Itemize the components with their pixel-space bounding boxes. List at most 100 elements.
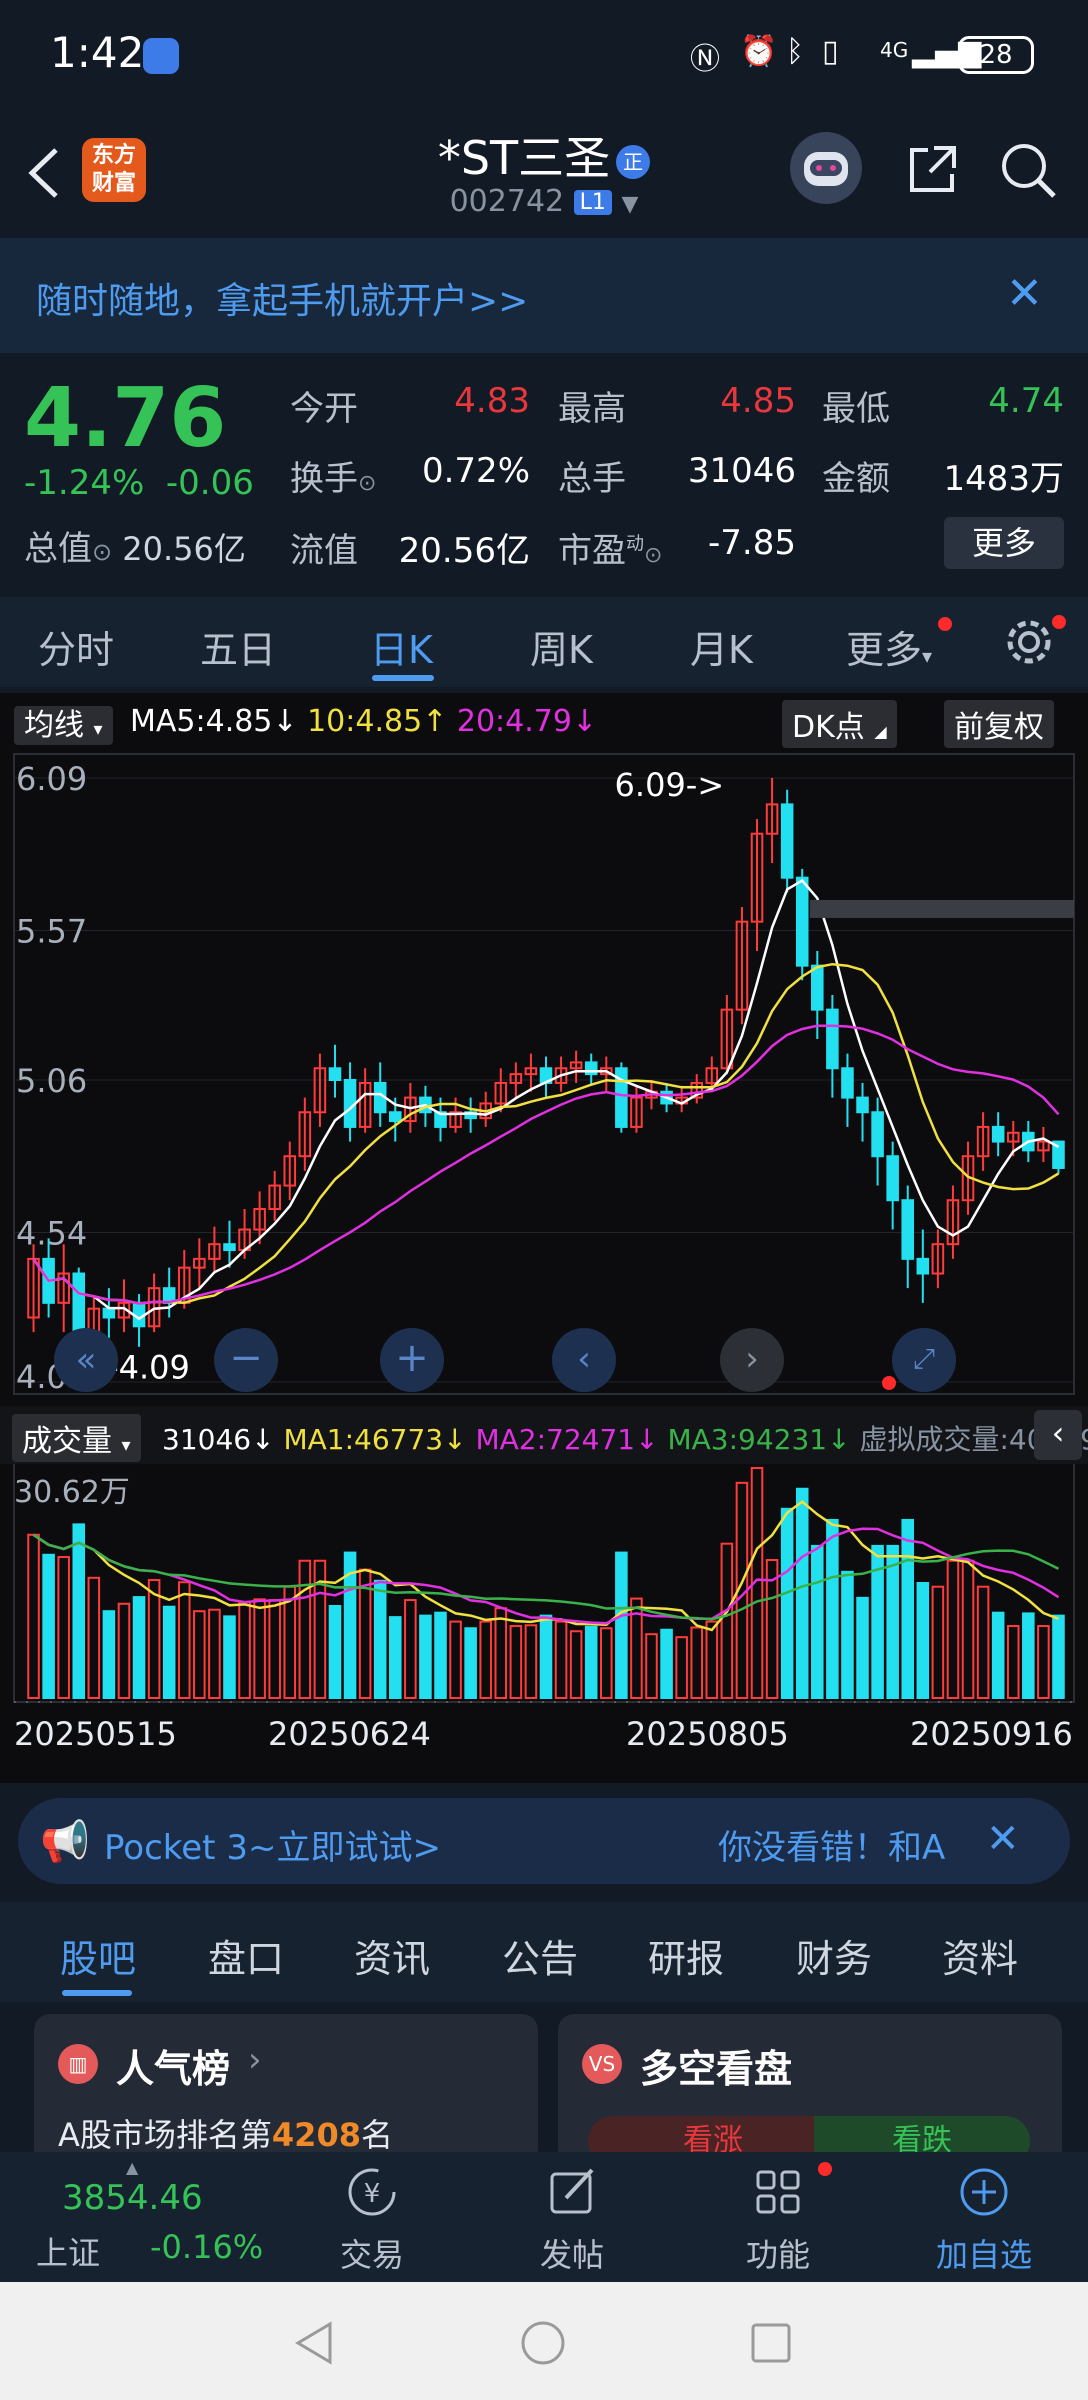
max-price-annotation: 6.09-> xyxy=(615,766,725,804)
tab-announcements[interactable]: 公告 xyxy=(502,1928,578,1983)
volume-label: 总手 xyxy=(558,459,626,499)
volume-bar xyxy=(147,1579,161,1700)
volume-bar xyxy=(102,1610,116,1699)
volume-bar xyxy=(961,1559,975,1700)
candle-body xyxy=(871,1111,884,1158)
volume-value: 31046 xyxy=(687,451,796,491)
bull-bear-card[interactable]: VS 多空看盘 看涨 看跌 xyxy=(558,2014,1062,2166)
candle-body xyxy=(856,1096,869,1114)
promo-text-2[interactable]: 你没看错！和A xyxy=(718,1820,945,1869)
alarm-icon: ⏰ xyxy=(740,34,778,69)
scroll-right-icon[interactable]: › xyxy=(720,1328,784,1392)
float-label: 流值 xyxy=(290,531,358,571)
close-icon[interactable]: ✕ xyxy=(1006,268,1043,319)
tab-weekly-k[interactable]: 周K xyxy=(530,619,593,674)
tab-daily-k[interactable]: 日K xyxy=(370,619,433,674)
volume-bar xyxy=(946,1559,960,1700)
adjust-selector[interactable]: 前复权 xyxy=(944,700,1054,748)
volume-value: 31046↓ xyxy=(162,1423,275,1456)
scroll-left-icon[interactable]: ‹ xyxy=(552,1328,616,1392)
battery-indicator: 28 xyxy=(958,36,1034,74)
popularity-card[interactable]: ▥ 人气榜 › A股市场排名第4208名 xyxy=(34,2014,538,2164)
change-pct: -1.24% xyxy=(24,463,145,503)
info-icon[interactable]: ⊙ xyxy=(644,543,662,568)
system-navigation-bar xyxy=(0,2282,1088,2400)
volume-bar xyxy=(856,1596,869,1699)
ma-selector[interactable]: 均线 ▾ xyxy=(14,700,113,745)
volume-bar xyxy=(464,1627,477,1699)
volume-bar xyxy=(569,1630,583,1700)
tab-five-day[interactable]: 五日 xyxy=(200,619,276,674)
fullscreen-icon[interactable]: ⤢ xyxy=(892,1328,956,1392)
more-button[interactable]: 更多 xyxy=(944,517,1064,569)
volume-selector[interactable]: 成交量 ▾ xyxy=(12,1414,141,1462)
scroll-left-fast-icon[interactable]: « xyxy=(54,1328,118,1392)
ma-legend: MA5:4.85↓ 10:4.85↑ 20:4.79↓ xyxy=(130,704,597,739)
tab-profile[interactable]: 资料 xyxy=(942,1928,1018,1983)
y-tick-label: 5.57 xyxy=(16,912,87,950)
settings-gear-icon[interactable] xyxy=(1002,615,1056,669)
volume-bar xyxy=(42,1553,55,1699)
index-change[interactable]: -0.16% xyxy=(150,2228,263,2266)
candle-body xyxy=(811,964,824,1011)
tab-finance[interactable]: 财务 xyxy=(796,1928,872,1983)
search-icon[interactable] xyxy=(998,140,1058,200)
volume-bar xyxy=(826,1518,839,1699)
tab-research[interactable]: 研报 xyxy=(648,1928,724,1983)
nav-trade[interactable]: ¥ 交易 xyxy=(322,2162,422,2276)
nav-post[interactable]: 发帖 xyxy=(522,2162,622,2276)
back-triangle-icon[interactable] xyxy=(290,2318,340,2368)
volume-bar xyxy=(419,1614,432,1699)
vol-ma1: MA1:46773↓ xyxy=(283,1423,467,1456)
banner-text[interactable]: 随时随地，拿起手机就开户>> xyxy=(36,272,528,324)
volume-bar xyxy=(931,1585,945,1699)
volume-bar xyxy=(253,1598,266,1699)
volume-bar xyxy=(404,1599,417,1699)
zoom-out-icon[interactable]: − xyxy=(214,1328,278,1392)
nav-add-watchlist[interactable]: 加自选 xyxy=(924,2162,1044,2276)
dk-point-selector[interactable]: DK点 ◢ xyxy=(782,700,897,748)
home-circle-icon[interactable] xyxy=(518,2318,568,2368)
collapse-left-icon[interactable]: ‹ xyxy=(1034,1410,1082,1460)
tab-news[interactable]: 资讯 xyxy=(354,1928,430,1983)
volume-bar xyxy=(524,1624,538,1700)
info-icon[interactable]: ⊙ xyxy=(92,538,112,566)
kline-chart[interactable]: 6.095.575.064.544.036.09-><-4.0930.62万20… xyxy=(0,750,1088,1780)
recents-square-icon[interactable] xyxy=(746,2318,796,2368)
promo-bar[interactable]: 📢 Pocket 3~立即试试> 你没看错！和A ✕ xyxy=(18,1798,1070,1884)
promo-text-1[interactable]: Pocket 3~立即试试> xyxy=(104,1820,441,1869)
share-icon[interactable] xyxy=(902,140,962,200)
turnover-label: 换手⊙ xyxy=(290,459,377,499)
index-value[interactable]: 3854.46 xyxy=(62,2178,203,2218)
volume-bar xyxy=(117,1602,131,1699)
volume-bar xyxy=(449,1620,462,1699)
bottom-navigation: ▲ 3854.46 上证 -0.16% ¥ 交易 发帖 功能 加自选 xyxy=(0,2152,1088,2282)
high-value: 4.85 xyxy=(720,381,796,421)
tab-monthly-k[interactable]: 月K xyxy=(690,619,753,674)
volume-bar xyxy=(223,1615,236,1699)
volume-bar xyxy=(1037,1625,1050,1700)
volume-bar xyxy=(434,1611,447,1700)
total-value-row: 总值⊙ 20.56亿 xyxy=(24,521,246,570)
tab-guba[interactable]: 股吧 xyxy=(60,1928,136,1983)
nav-function[interactable]: 功能 xyxy=(728,2162,828,2276)
zoom-in-icon[interactable]: + xyxy=(380,1328,444,1392)
account-banner[interactable]: 随时随地，拿起手机就开户>> ✕ xyxy=(0,238,1088,353)
info-icon[interactable]: ⊙ xyxy=(358,471,376,496)
candle-body xyxy=(389,1111,402,1123)
volume-bar xyxy=(901,1518,915,1699)
index-name[interactable]: 上证 xyxy=(36,2228,100,2274)
tab-pankou[interactable]: 盘口 xyxy=(208,1928,284,1983)
chevron-down-icon: ▼ xyxy=(621,192,639,217)
y-tick-label: 5.06 xyxy=(16,1062,87,1100)
chart-bar-icon: ▥ xyxy=(58,2044,98,2084)
svg-text:¥: ¥ xyxy=(364,2179,381,2209)
volume-bar xyxy=(554,1620,568,1699)
volume-bar xyxy=(373,1579,387,1699)
volume-bar xyxy=(916,1582,930,1699)
robot-assistant-icon[interactable] xyxy=(790,132,862,204)
content-tabs: 股吧 盘口 资讯 公告 研报 财务 资料 xyxy=(0,1902,1088,2002)
close-icon[interactable]: ✕ xyxy=(986,1816,1020,1862)
tab-fenshi[interactable]: 分时 xyxy=(38,619,114,674)
tab-more[interactable]: 更多▾ xyxy=(846,619,932,674)
